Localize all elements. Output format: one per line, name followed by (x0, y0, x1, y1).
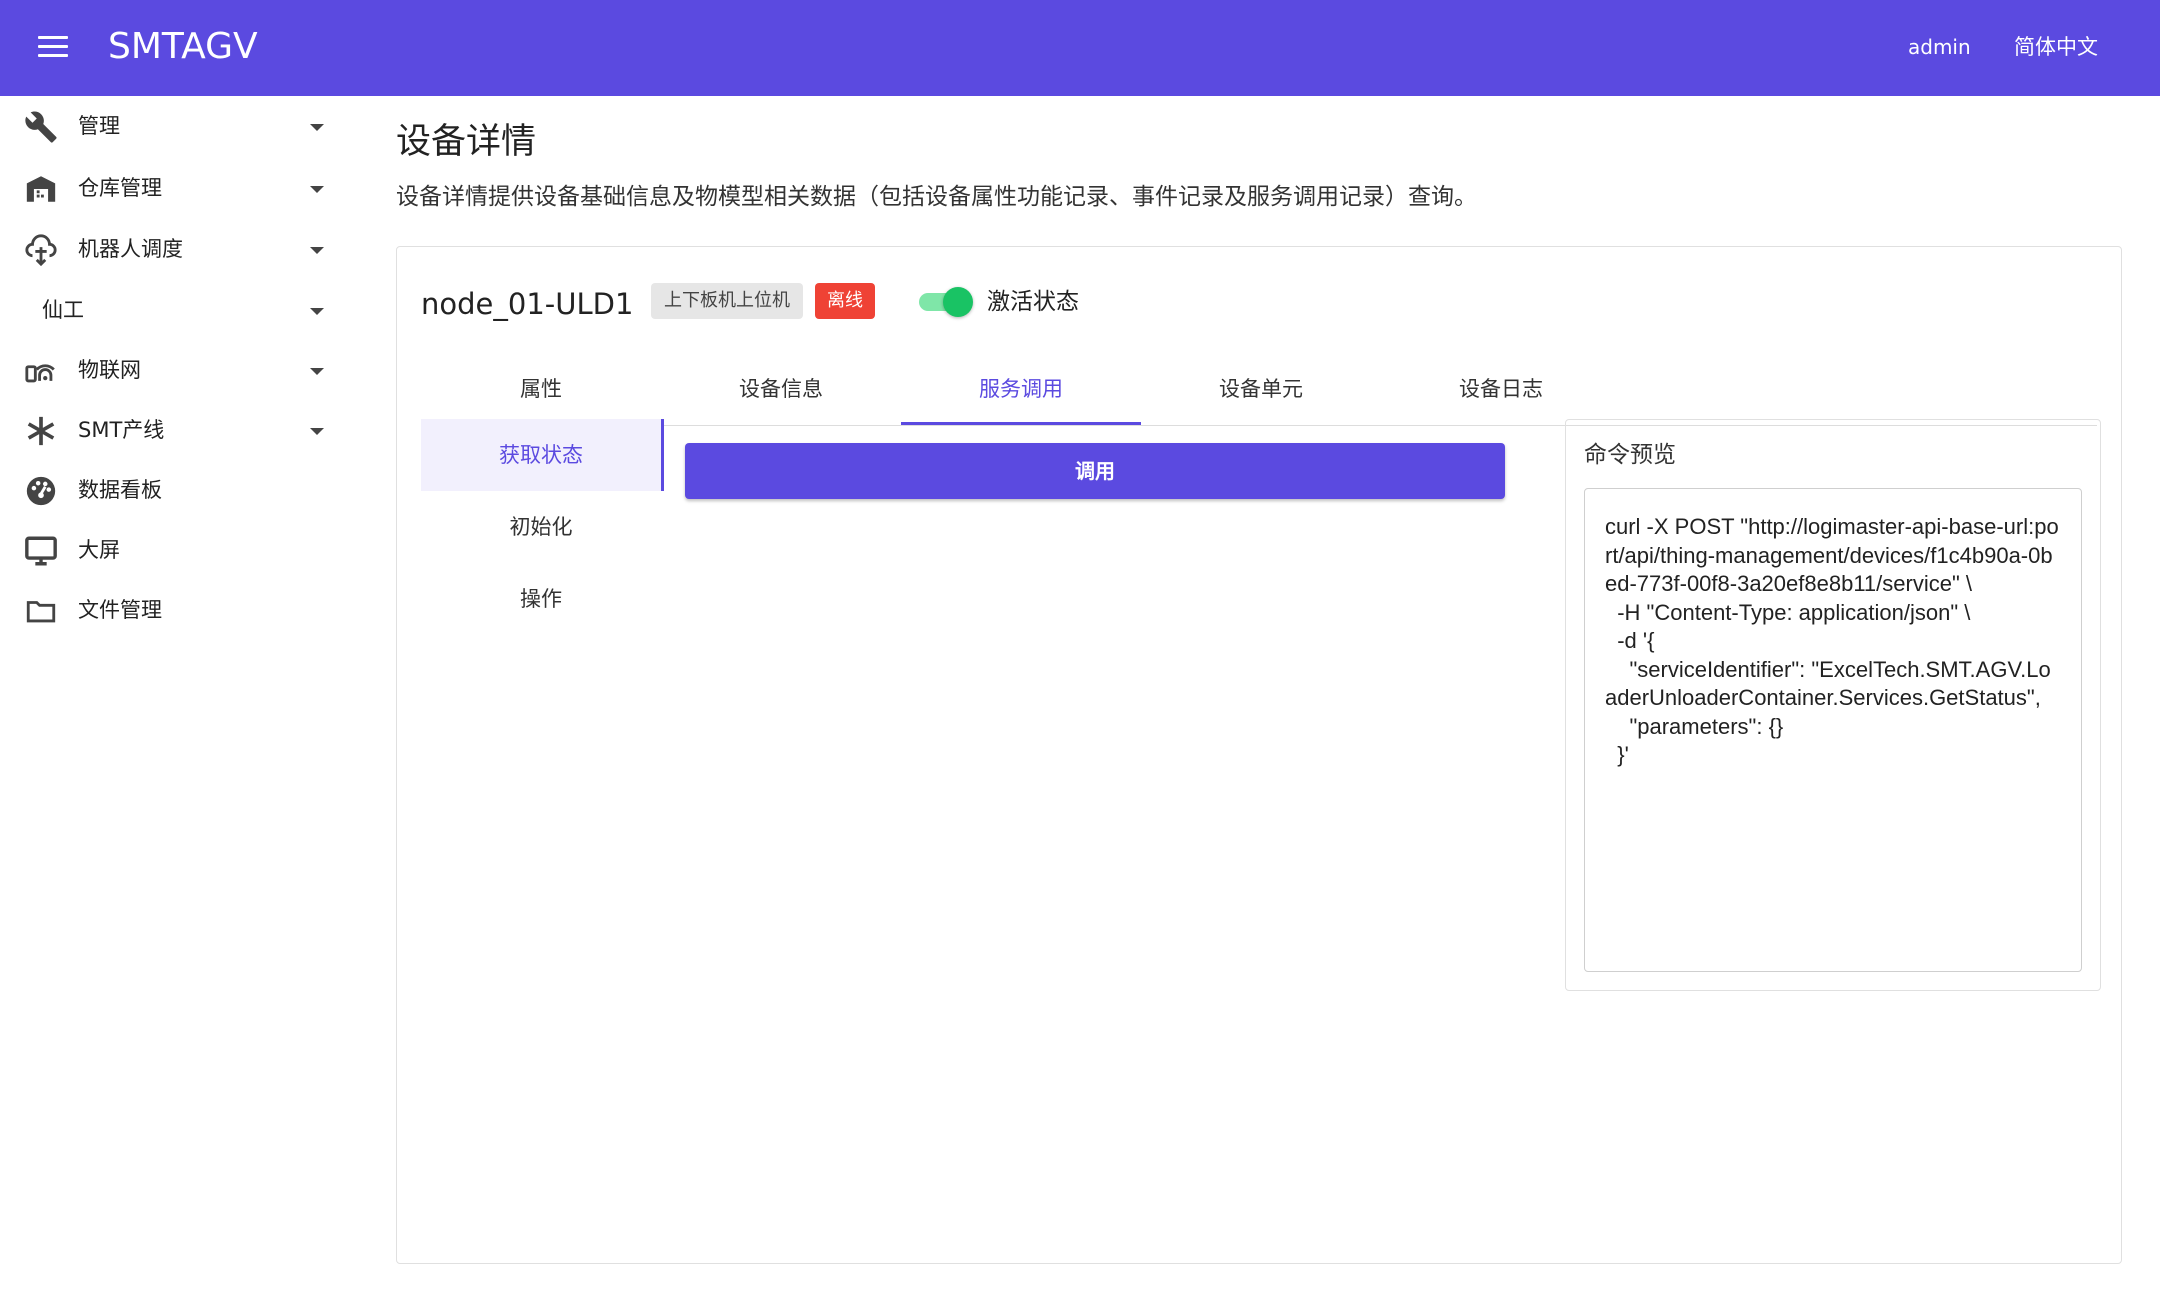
device-detail-card: node_01-ULD1 上下板机上位机 离线 激活状态 属性 设备信息 服务调… (396, 246, 2122, 1264)
caret-down-icon (310, 428, 324, 435)
language-selector[interactable]: 简体中文 (2014, 32, 2098, 62)
asterisk-icon (27, 416, 55, 446)
tab-device-units[interactable]: 设备单元 (1141, 355, 1381, 425)
service-item-initialize[interactable]: 初始化 (421, 491, 661, 563)
sidebar-item-dashboard[interactable]: 数据看板 (0, 462, 340, 518)
sidebar: 管理 仓库管理 机器人调度 仙工 物联网 SMT产线 数据看板 大屏 文件管理 (0, 96, 350, 1290)
tab-service-invoke[interactable]: 服务调用 (901, 355, 1141, 425)
robot-dispatch-icon (25, 234, 57, 267)
caret-down-icon (310, 186, 324, 193)
page-title: 设备详情 (396, 122, 537, 162)
sidebar-item-iot[interactable]: 物联网 (0, 342, 340, 398)
toggle-thumb (943, 287, 973, 317)
sidebar-item-xiangong[interactable]: 仙工 (0, 282, 340, 338)
device-name: node_01-ULD1 (421, 287, 634, 321)
tab-properties[interactable]: 属性 (421, 355, 661, 425)
sidebar-item-label: 数据看板 (78, 478, 162, 502)
command-preview-panel: 命令预览 curl -X POST "http://logimaster-api… (1565, 419, 2101, 991)
sidebar-item-management[interactable]: 管理 (0, 98, 340, 154)
iot-icon (25, 364, 55, 383)
sidebar-item-label: 物联网 (78, 358, 141, 382)
warehouse-icon (26, 176, 56, 202)
service-item-get-status[interactable]: 获取状态 (421, 419, 664, 491)
sidebar-item-file-management[interactable]: 文件管理 (0, 582, 340, 638)
sidebar-item-smt-line[interactable]: SMT产线 (0, 402, 340, 458)
caret-down-icon (310, 368, 324, 375)
active-status-label: 激活状态 (987, 289, 1079, 315)
monitor-icon (25, 536, 57, 566)
top-app-bar: SMTAGV admin 简体中文 (0, 0, 2160, 96)
sidebar-item-label: 机器人调度 (78, 237, 183, 261)
user-menu[interactable]: admin (1908, 32, 1971, 62)
sidebar-item-label: 仙工 (42, 298, 84, 322)
tab-device-info[interactable]: 设备信息 (661, 355, 901, 425)
sidebar-item-warehouse[interactable]: 仓库管理 (0, 160, 340, 216)
device-type-chip: 上下板机上位机 (651, 283, 803, 319)
sidebar-item-robot-dispatch[interactable]: 机器人调度 (0, 221, 340, 277)
dashboard-icon (26, 476, 56, 506)
status-badge: 离线 (815, 283, 875, 319)
invoke-button[interactable]: 调用 (685, 443, 1505, 499)
sidebar-item-label: 文件管理 (78, 598, 162, 622)
sidebar-item-label: SMT产线 (78, 418, 165, 442)
sidebar-item-label: 管理 (78, 114, 120, 138)
caret-down-icon (310, 124, 324, 131)
caret-down-icon (310, 247, 324, 254)
folder-icon (26, 601, 56, 623)
command-preview-title: 命令预览 (1584, 442, 1676, 468)
command-preview-text[interactable]: curl -X POST "http://logimaster-api-base… (1584, 488, 2082, 972)
detail-tabs: 属性 设备信息 服务调用 设备单元 设备日志 (421, 355, 2097, 426)
sidebar-item-label: 大屏 (78, 538, 120, 562)
active-status-toggle[interactable] (917, 287, 975, 317)
page-description: 设备详情提供设备基础信息及物模型相关数据（包括设备属性功能记录、事件记录及服务调… (396, 184, 1477, 210)
sidebar-item-label: 仓库管理 (78, 176, 162, 200)
hamburger-menu-icon[interactable] (38, 36, 68, 60)
tab-device-log[interactable]: 设备日志 (1381, 355, 1621, 425)
wrench-icon (25, 111, 57, 143)
caret-down-icon (310, 308, 324, 315)
sidebar-item-big-screen[interactable]: 大屏 (0, 522, 340, 578)
service-item-operate[interactable]: 操作 (421, 563, 661, 635)
app-title: SMTAGV (108, 26, 258, 67)
